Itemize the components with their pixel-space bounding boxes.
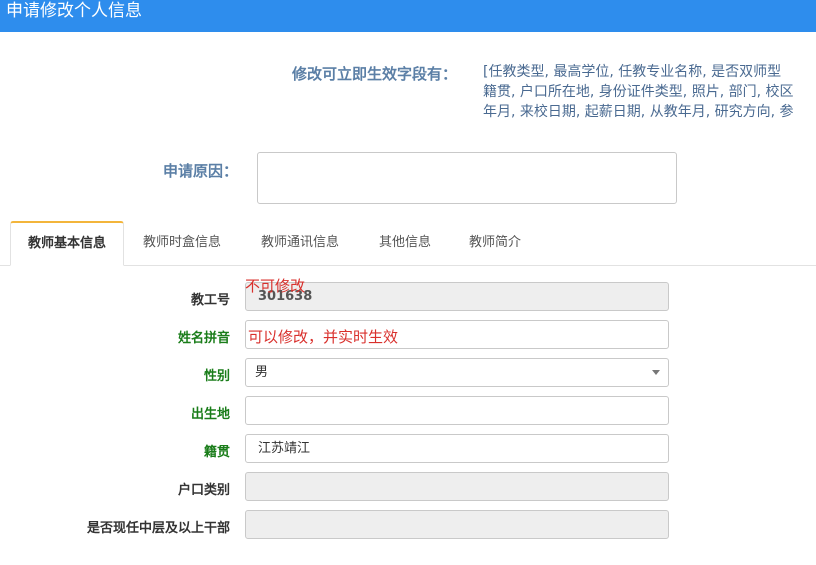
tab-bar: 教师基本信息 教师时盒信息 教师通讯信息 其他信息 教师简介 bbox=[0, 221, 816, 266]
title-bar: 申请修改个人信息 bbox=[0, 0, 816, 32]
chevron-down-icon bbox=[652, 370, 660, 375]
is-cadre-label: 是否现任中层及以上干部 bbox=[86, 521, 230, 536]
is-cadre-field bbox=[245, 510, 669, 539]
tab-profile[interactable]: 教师简介 bbox=[469, 221, 521, 265]
hukou-type-field bbox=[245, 472, 669, 501]
staff-id-label: 教工号 bbox=[190, 293, 230, 308]
native-place-label: 籍贯 bbox=[203, 445, 230, 460]
hukou-type-label: 户口类别 bbox=[177, 483, 230, 498]
editable-fields-label: 修改可立即生效字段有： bbox=[292, 65, 458, 83]
native-place-input[interactable]: 江苏靖江 bbox=[245, 434, 669, 463]
editable-fields-line: 籍贯, 户口所在地, 身份证件类型, 照片, 部门, 校区 bbox=[483, 84, 794, 100]
tab-time-info[interactable]: 教师时盒信息 bbox=[143, 221, 221, 265]
birthplace-input[interactable] bbox=[245, 396, 669, 425]
staff-id-field: 301638 bbox=[245, 282, 669, 311]
not-editable-note: 不可修改 bbox=[245, 277, 306, 295]
window-title: 申请修改个人信息 bbox=[6, 1, 142, 21]
tab-basic-info[interactable]: 教师基本信息 bbox=[10, 221, 124, 266]
gender-label: 性别 bbox=[203, 369, 230, 384]
editable-fields-list: [任教类型, 最高学位, 任教专业名称, 是否双师型 籍贯, 户口所在地, 身份… bbox=[483, 62, 816, 122]
tab-contact-info[interactable]: 教师通讯信息 bbox=[261, 221, 339, 265]
gender-select[interactable]: 男 bbox=[245, 358, 669, 387]
name-pinyin-label: 姓名拼音 bbox=[177, 331, 230, 346]
tab-other-info[interactable]: 其他信息 bbox=[379, 221, 431, 265]
reason-input[interactable] bbox=[257, 152, 677, 204]
editable-fields-line: 年月, 来校日期, 起薪日期, 从教年月, 研究方向, 参 bbox=[483, 104, 794, 120]
gender-value: 男 bbox=[255, 365, 269, 380]
name-pinyin-input[interactable]: 可以修改，并实时生效 bbox=[245, 320, 669, 349]
editable-note: 可以修改，并实时生效 bbox=[248, 328, 399, 346]
birthplace-label: 出生地 bbox=[190, 407, 230, 422]
reason-label: 申请原因： bbox=[163, 162, 239, 180]
editable-fields-line: [任教类型, 最高学位, 任教专业名称, 是否双师型 bbox=[483, 64, 782, 80]
